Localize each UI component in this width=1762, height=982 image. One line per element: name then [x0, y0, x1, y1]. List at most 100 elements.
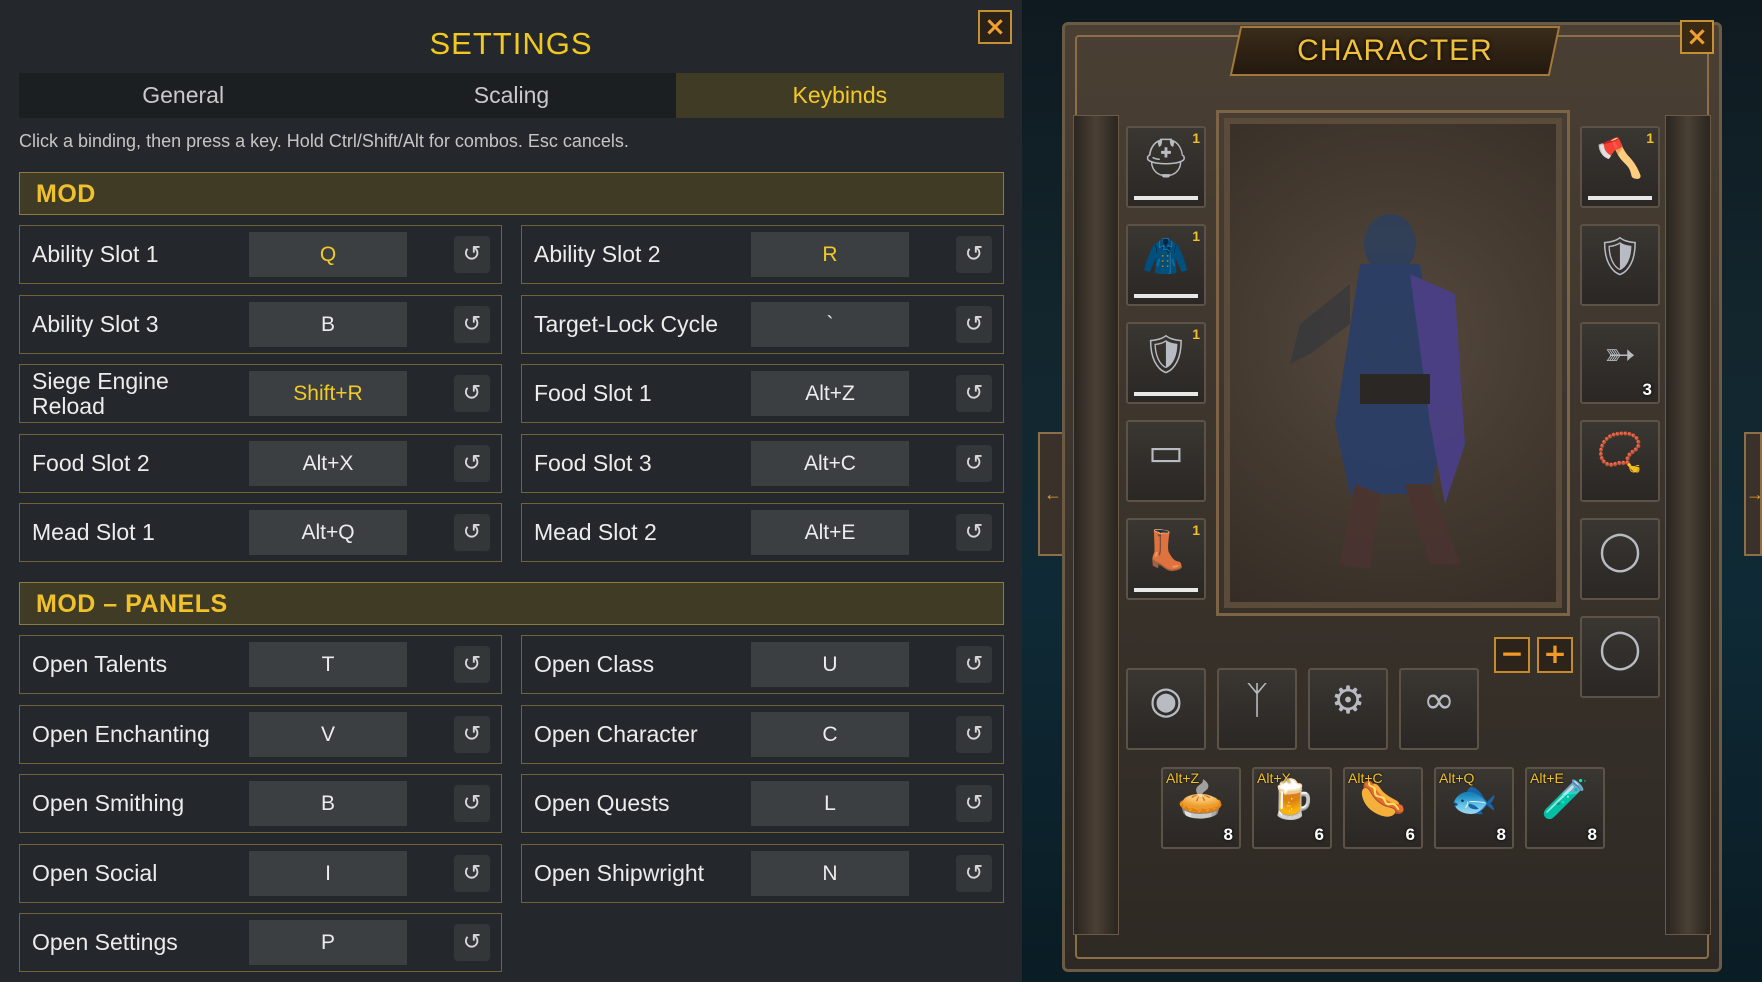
keybind-key-button[interactable]: Alt+C: [751, 441, 909, 486]
keybind-key-button[interactable]: Alt+X: [249, 441, 407, 486]
item-quantity: 8: [1223, 825, 1233, 844]
keybind-key-button[interactable]: B: [249, 781, 407, 826]
item-count: 1: [1192, 130, 1200, 146]
keybind-key-button[interactable]: Alt+E: [751, 510, 909, 555]
reset-icon[interactable]: ↺: [956, 445, 992, 482]
keybind-key-button[interactable]: Shift+R: [249, 371, 407, 416]
equipment-slot[interactable]: 🧪 Alt+E 8: [1525, 767, 1605, 849]
keybind-row: Open Social I ↺: [19, 844, 502, 903]
keybind-row: Open Shipwright N ↺: [521, 844, 1004, 903]
equipment-slot[interactable]: 🛡: [1580, 224, 1660, 306]
item-count: 1: [1192, 522, 1200, 538]
slot-keybind: Alt+X: [1257, 770, 1291, 786]
zoom-in-button[interactable]: +: [1537, 637, 1573, 673]
reset-icon[interactable]: ↺: [956, 236, 992, 273]
character-close-icon[interactable]: ×: [1680, 20, 1714, 54]
section-title: MOD – PANELS: [36, 590, 228, 618]
reset-icon[interactable]: ↺: [956, 785, 992, 822]
reset-icon[interactable]: ↺: [454, 236, 490, 273]
reset-icon[interactable]: ↺: [454, 375, 490, 412]
equipment-slot[interactable]: ◉: [1126, 668, 1206, 750]
equipment-slot[interactable]: ➳ 3: [1580, 322, 1660, 404]
keybind-key-button[interactable]: U: [751, 642, 909, 687]
slot-keybind: Alt+Q: [1439, 770, 1475, 786]
keybind-key-button[interactable]: L: [751, 781, 909, 826]
keybind-row: Target-Lock Cycle ` ↺: [521, 295, 1004, 354]
keybind-key-button[interactable]: I: [249, 851, 407, 896]
necklace-icon: 📿: [1596, 430, 1644, 474]
equipment-slot[interactable]: ◯: [1580, 518, 1660, 600]
keybind-key-button[interactable]: Alt+Z: [751, 371, 909, 416]
equipment-slot[interactable]: 🧥 1: [1126, 224, 1206, 306]
keybind-key-button[interactable]: Alt+Q: [249, 510, 407, 555]
character-preview[interactable]: [1216, 110, 1570, 616]
reset-icon[interactable]: ↺: [454, 306, 490, 343]
keybind-label: Food Slot 1: [534, 380, 652, 406]
equipment-slot[interactable]: ᛉ: [1217, 668, 1297, 750]
keybind-row: Open Character C ↺: [521, 705, 1004, 764]
equipment-slot[interactable]: ◯: [1580, 616, 1660, 698]
item-count: 1: [1646, 130, 1654, 146]
reset-icon[interactable]: ↺: [454, 646, 490, 683]
keybind-label: Food Slot 2: [32, 450, 150, 476]
equipment-slot[interactable]: 📿: [1580, 420, 1660, 502]
equipment-slot[interactable]: 🐟 Alt+Q 8: [1434, 767, 1514, 849]
keybind-key-button[interactable]: C: [751, 712, 909, 757]
keybind-row: Ability Slot 3 B ↺: [19, 295, 502, 354]
keybind-row: Food Slot 1 Alt+Z ↺: [521, 364, 1004, 423]
keybind-label: Siege Engine Reload: [32, 367, 169, 419]
reset-icon[interactable]: ↺: [454, 716, 490, 753]
reset-icon[interactable]: ↺: [956, 646, 992, 683]
right-arrow-icon[interactable]: →: [1744, 432, 1762, 556]
keybind-hint: Click a binding, then press a key. Hold …: [19, 131, 629, 151]
keybind-label: Ability Slot 3: [32, 311, 159, 337]
keybind-key-button[interactable]: N: [751, 851, 909, 896]
item-quantity: 6: [1405, 825, 1415, 844]
reset-icon[interactable]: ↺: [454, 855, 490, 892]
zoom-out-button[interactable]: −: [1494, 637, 1530, 673]
keybind-key-button[interactable]: V: [249, 712, 407, 757]
reset-icon[interactable]: ↺: [956, 514, 992, 551]
keybind-row: Ability Slot 1 Q ↺: [19, 225, 502, 284]
tab-keybinds[interactable]: Keybinds: [675, 73, 1004, 118]
keybind-key-button[interactable]: T: [249, 642, 407, 687]
reset-icon[interactable]: ↺: [454, 785, 490, 822]
ring-icon: ◯: [1598, 626, 1642, 670]
keybind-label: Open Social: [32, 860, 158, 886]
equipment-slot[interactable]: ▭: [1126, 420, 1206, 502]
keybind-label: Open Class: [534, 651, 655, 677]
equipment-slot[interactable]: 🛡 1: [1126, 322, 1206, 404]
equipment-slot[interactable]: ⚙: [1308, 668, 1388, 750]
equipment-slot[interactable]: ∞: [1399, 668, 1479, 750]
keybind-key-button[interactable]: Q: [249, 232, 407, 277]
equipment-slot[interactable]: 🪓 1: [1580, 126, 1660, 208]
reset-icon[interactable]: ↺: [956, 716, 992, 753]
keybind-label: Ability Slot 2: [534, 241, 661, 267]
reset-icon[interactable]: ↺: [454, 924, 490, 961]
tab-general[interactable]: General: [19, 73, 347, 118]
keybind-label: Open Settings: [32, 929, 178, 955]
character-model: [1290, 214, 1465, 569]
equipment-slot[interactable]: 🌭 Alt+C 6: [1343, 767, 1423, 849]
equipment-slot[interactable]: ⛑ 1: [1126, 126, 1206, 208]
ring-icon: ◯: [1598, 528, 1642, 572]
reset-icon[interactable]: ↺: [956, 306, 992, 343]
equipment-slot[interactable]: 👢 1: [1126, 518, 1206, 600]
belt-icon: ▭: [1148, 430, 1184, 474]
equipment-slot[interactable]: 🍺 Alt+X 6: [1252, 767, 1332, 849]
keybind-row: Open Class U ↺: [521, 635, 1004, 694]
reset-icon[interactable]: ↺: [454, 514, 490, 551]
item-quantity: 3: [1642, 380, 1652, 399]
amulet-icon: ◉: [1149, 678, 1183, 722]
keybind-key-button[interactable]: P: [249, 920, 407, 965]
reset-icon[interactable]: ↺: [956, 855, 992, 892]
reset-icon[interactable]: ↺: [956, 375, 992, 412]
keybind-key-button[interactable]: B: [249, 302, 407, 347]
keybind-key-button[interactable]: `: [751, 302, 909, 347]
wishbone-icon: ᛉ: [1245, 678, 1269, 722]
tab-scaling[interactable]: Scaling: [347, 73, 675, 118]
keybind-key-button[interactable]: R: [751, 232, 909, 277]
settings-tabs: General Scaling Keybinds: [19, 73, 1004, 118]
reset-icon[interactable]: ↺: [454, 445, 490, 482]
equipment-slot[interactable]: 🥧 Alt+Z 8: [1161, 767, 1241, 849]
